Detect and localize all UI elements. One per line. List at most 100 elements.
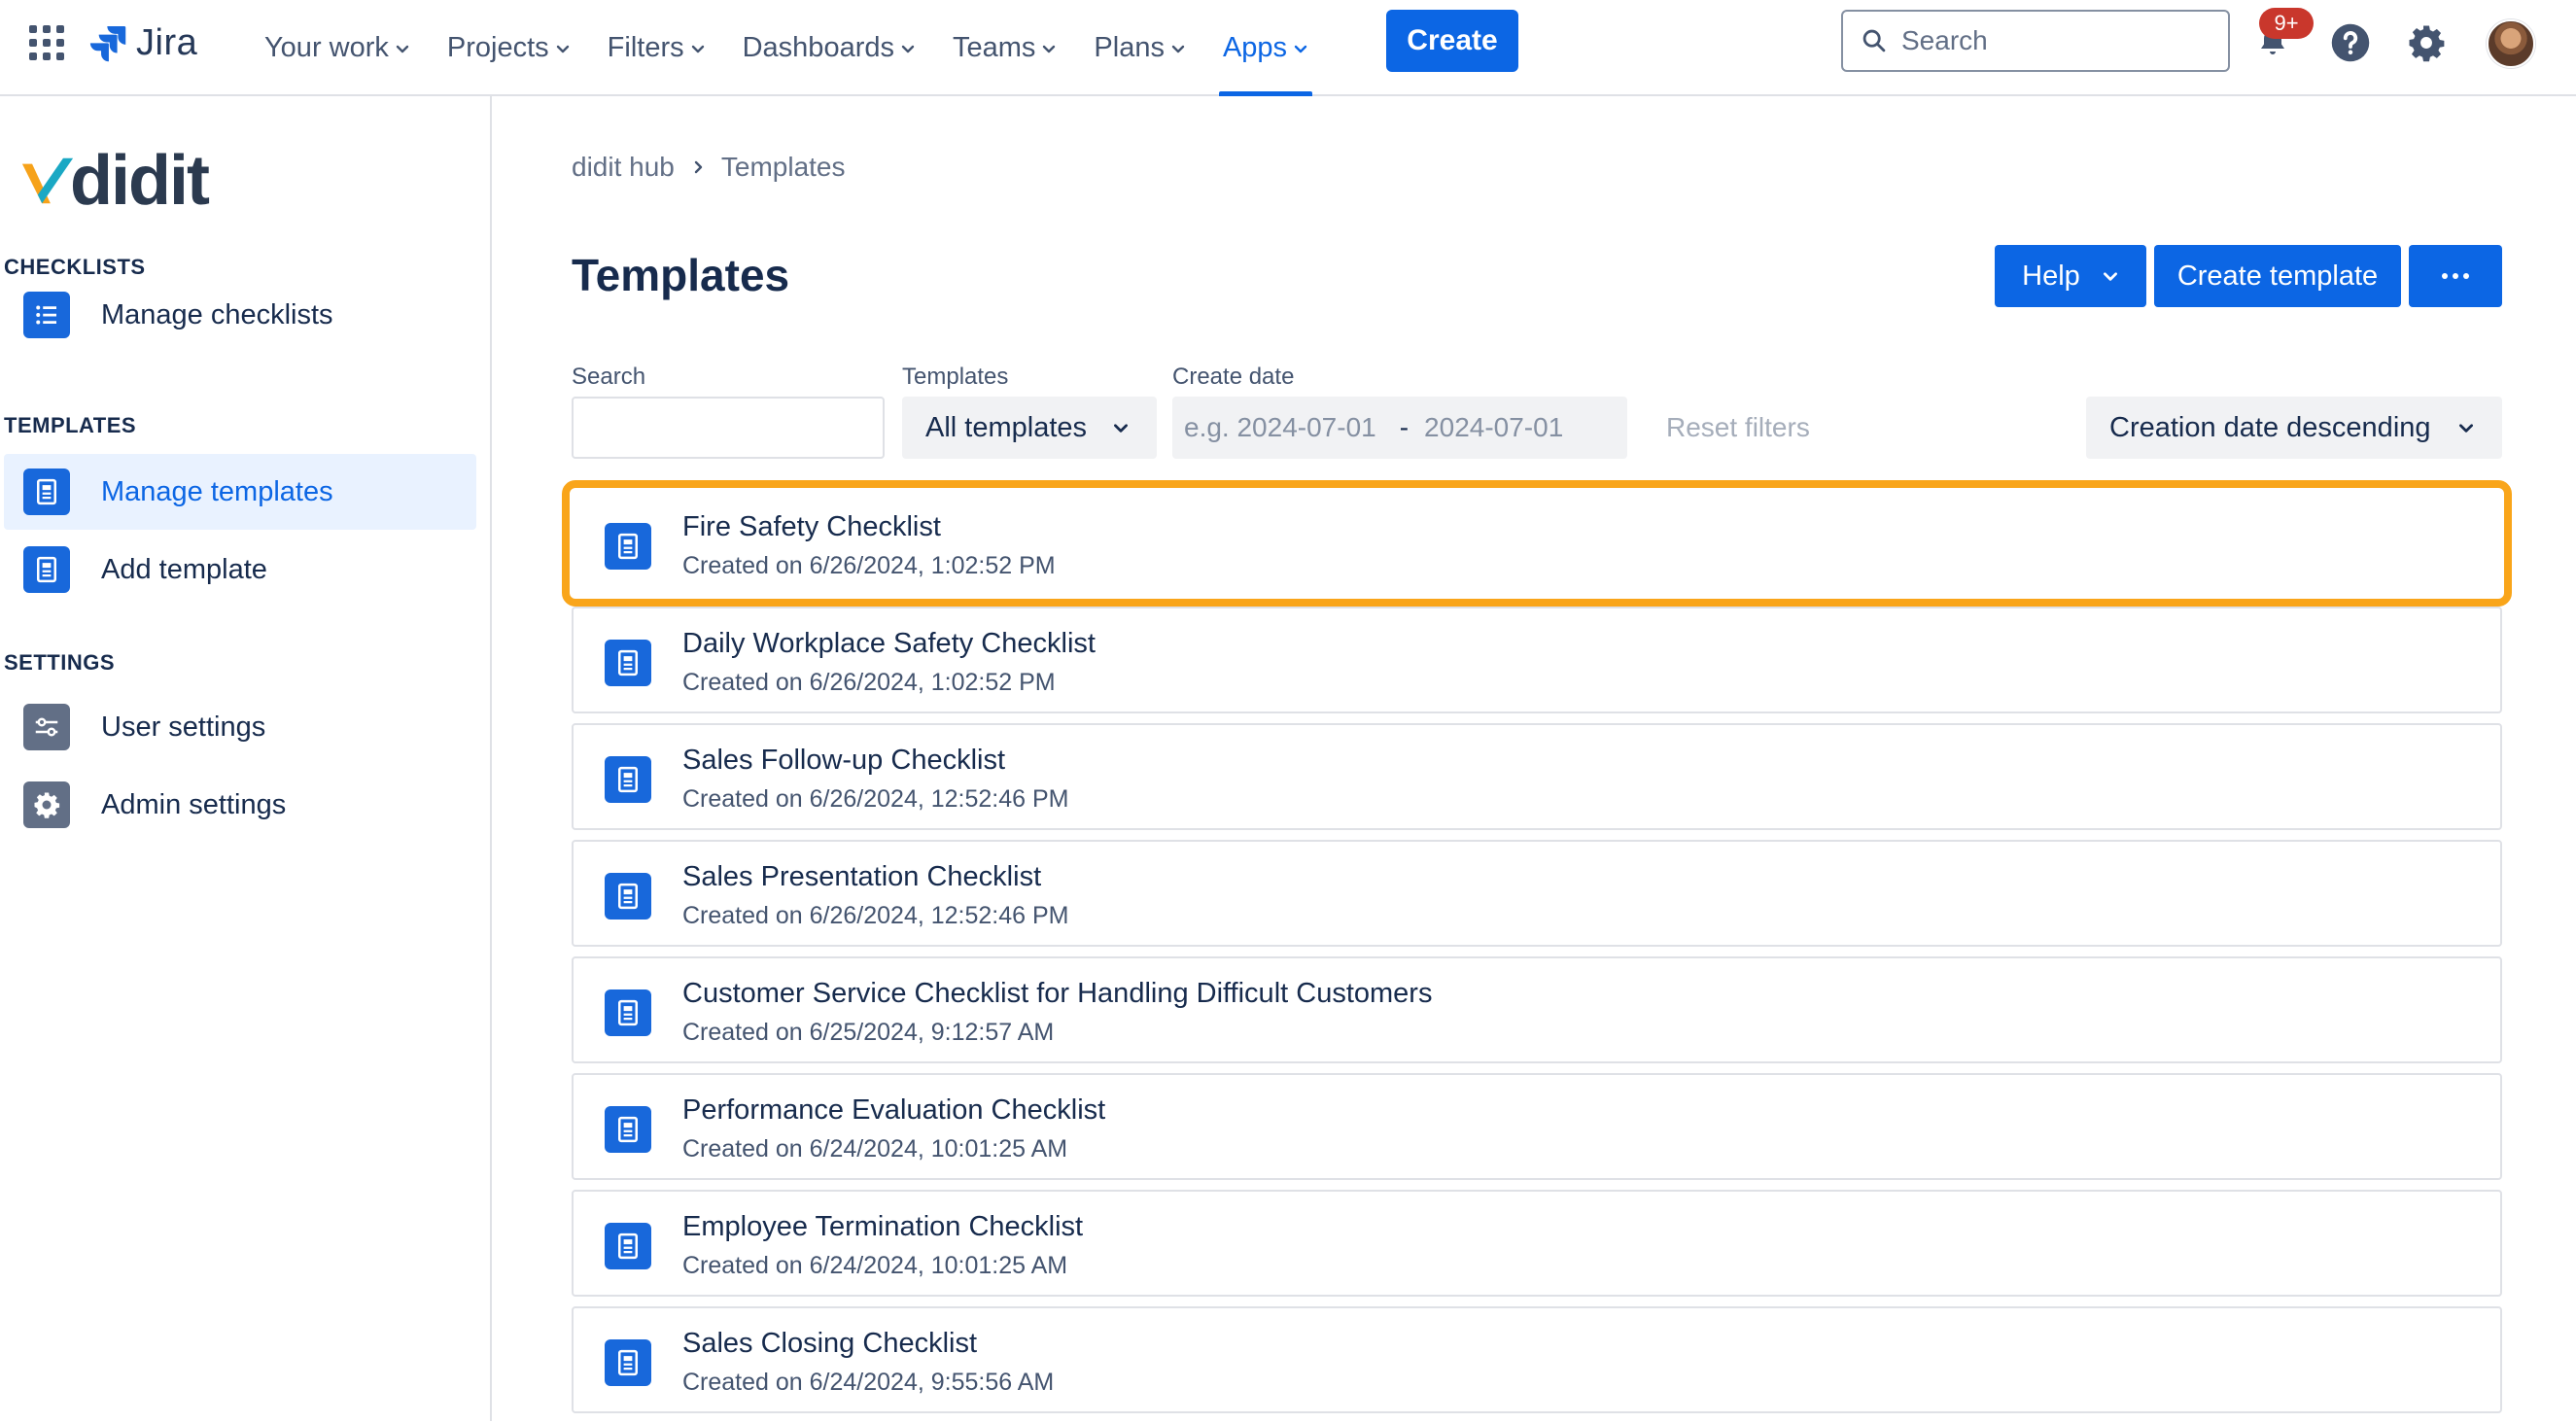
template-row[interactable]: Employee Termination Checklist Created o…: [572, 1190, 2502, 1297]
sidebar-item-manage-templates[interactable]: Manage templates: [4, 454, 476, 530]
document-icon: [605, 523, 651, 570]
nav-label: Plans: [1094, 32, 1165, 63]
date-from-field[interactable]: e.g. 2024-07-01: [1184, 412, 1376, 443]
template-row[interactable]: Customer Service Checklist for Handling …: [572, 956, 2502, 1063]
chevron-down-icon: [2103, 272, 2117, 281]
document-icon: [605, 1223, 651, 1269]
sort-select[interactable]: Creation date descending: [2086, 397, 2502, 459]
create-button[interactable]: Create: [1386, 10, 1518, 72]
template-title[interactable]: Sales Follow-up Checklist: [682, 745, 1005, 777]
global-search-input[interactable]: Search: [1841, 10, 2230, 72]
avatar[interactable]: [2487, 19, 2535, 68]
template-created-date: Created on 6/26/2024, 1:02:52 PM: [682, 552, 1056, 579]
template-title[interactable]: Sales Presentation Checklist: [682, 861, 1041, 893]
template-title[interactable]: Performance Evaluation Checklist: [682, 1094, 1105, 1127]
nav-label: Projects: [446, 32, 549, 63]
app-switcher-icon[interactable]: [29, 25, 64, 60]
gear-icon: [23, 781, 70, 828]
nav-label: Teams: [952, 32, 1036, 63]
template-search-input[interactable]: [572, 397, 885, 459]
help-icon[interactable]: [2329, 21, 2372, 64]
template-row[interactable]: Sales Presentation Checklist Created on …: [572, 840, 2502, 947]
template-row[interactable]: Daily Workplace Safety Checklist Created…: [572, 607, 2502, 713]
settings-icon[interactable]: [2405, 21, 2448, 64]
breadcrumb: didit hub Templates: [572, 152, 846, 183]
nav-plans[interactable]: Plans: [1088, 0, 1192, 96]
template-row[interactable]: Sales Closing Checklist Created on 6/24/…: [572, 1306, 2502, 1413]
chevron-right-icon: [694, 160, 703, 174]
sidebar-item-label: Manage templates: [101, 475, 333, 507]
create-date-range: e.g. 2024-07-01 - 2024-07-01: [1172, 397, 1627, 459]
nav-dashboards[interactable]: Dashboards: [737, 0, 922, 96]
jira-logo-icon: [89, 25, 126, 62]
template-list: Fire Safety Checklist Created on 6/26/20…: [562, 480, 2512, 1423]
chevron-down-icon: [1114, 424, 1128, 433]
chevron-down-icon: [691, 45, 704, 52]
template-created-date: Created on 6/26/2024, 12:52:46 PM: [682, 785, 1069, 813]
nav-label: Filters: [607, 32, 684, 63]
sidebar: didit CHECKLISTS Manage checklists TEMPL…: [0, 96, 492, 1421]
top-navigation: Jira Your work Projects Filters Dashboar…: [0, 0, 2576, 96]
product-name: Jira: [136, 21, 198, 63]
help-button-label: Help: [2022, 260, 2080, 292]
nav-filters[interactable]: Filters: [602, 0, 712, 96]
more-actions-button[interactable]: [2409, 245, 2502, 307]
chevron-down-icon: [901, 45, 915, 52]
template-created-date: Created on 6/25/2024, 9:12:57 AM: [682, 1019, 1055, 1046]
chevron-down-icon: [396, 45, 409, 52]
section-templates: TEMPLATES: [4, 413, 137, 437]
template-title[interactable]: Daily Workplace Safety Checklist: [682, 628, 1096, 660]
document-icon: [605, 1339, 651, 1386]
template-created-date: Created on 6/26/2024, 1:02:52 PM: [682, 669, 1056, 696]
template-title[interactable]: Fire Safety Checklist: [682, 511, 941, 543]
page-title: Templates: [572, 250, 790, 300]
list-icon: [23, 292, 70, 338]
chevron-down-icon: [556, 45, 569, 52]
template-title[interactable]: Sales Closing Checklist: [682, 1328, 977, 1360]
sliders-icon: [23, 704, 70, 750]
document-icon: [605, 756, 651, 803]
didit-logo[interactable]: didit: [19, 142, 210, 220]
create-template-label: Create template: [2176, 260, 2379, 292]
chevron-down-icon: [1043, 45, 1056, 52]
nav-label: Apps: [1222, 32, 1288, 63]
template-row[interactable]: Fire Safety Checklist Created on 6/26/20…: [562, 480, 2512, 607]
document-icon: [605, 640, 651, 686]
sidebar-item-admin-settings[interactable]: Admin settings: [4, 767, 476, 843]
more-icon: [2442, 273, 2469, 279]
breadcrumb-item-didit-hub[interactable]: didit hub: [572, 152, 675, 183]
help-button[interactable]: Help: [1995, 245, 2146, 307]
didit-logo-text: didit: [70, 142, 210, 220]
section-settings: SETTINGS: [4, 650, 116, 675]
nav-apps[interactable]: Apps: [1217, 0, 1314, 96]
templates-select[interactable]: All templates: [902, 397, 1157, 459]
document-icon: [605, 873, 651, 920]
breadcrumb-item-templates[interactable]: Templates: [721, 152, 846, 183]
primary-nav: Your work Projects Filters Dashboards Te…: [259, 0, 1340, 96]
nav-label: Dashboards: [742, 32, 894, 63]
date-to-field[interactable]: 2024-07-01: [1424, 412, 1563, 443]
sidebar-item-manage-checklists[interactable]: Manage checklists: [4, 277, 476, 353]
didit-check-logo-icon: [21, 157, 74, 204]
template-row[interactable]: Performance Evaluation Checklist Created…: [572, 1073, 2502, 1180]
nav-projects[interactable]: Projects: [441, 0, 576, 96]
template-created-date: Created on 6/24/2024, 9:55:56 AM: [682, 1369, 1055, 1396]
sidebar-item-label: User settings: [101, 711, 266, 743]
create-template-button[interactable]: Create template: [2154, 245, 2401, 307]
sidebar-item-label: Manage checklists: [101, 298, 333, 330]
notification-badge: 9+: [2259, 8, 2314, 39]
template-row[interactable]: Sales Follow-up Checklist Created on 6/2…: [572, 723, 2502, 830]
sidebar-item-add-template[interactable]: Add template: [4, 532, 476, 607]
search-filter-label: Search: [572, 364, 646, 390]
sidebar-item-user-settings[interactable]: User settings: [4, 689, 476, 765]
document-icon: [23, 469, 70, 515]
nav-teams[interactable]: Teams: [947, 0, 1062, 96]
sort-select-value: Creation date descending: [2109, 411, 2431, 443]
nav-your-work[interactable]: Your work: [259, 0, 416, 96]
document-icon: [605, 989, 651, 1036]
template-title[interactable]: Customer Service Checklist for Handling …: [682, 978, 1432, 1010]
template-title[interactable]: Employee Termination Checklist: [682, 1211, 1083, 1243]
document-icon: [23, 546, 70, 593]
reset-filters-button[interactable]: Reset filters: [1666, 412, 1810, 443]
jira-logo[interactable]: Jira: [87, 21, 197, 64]
